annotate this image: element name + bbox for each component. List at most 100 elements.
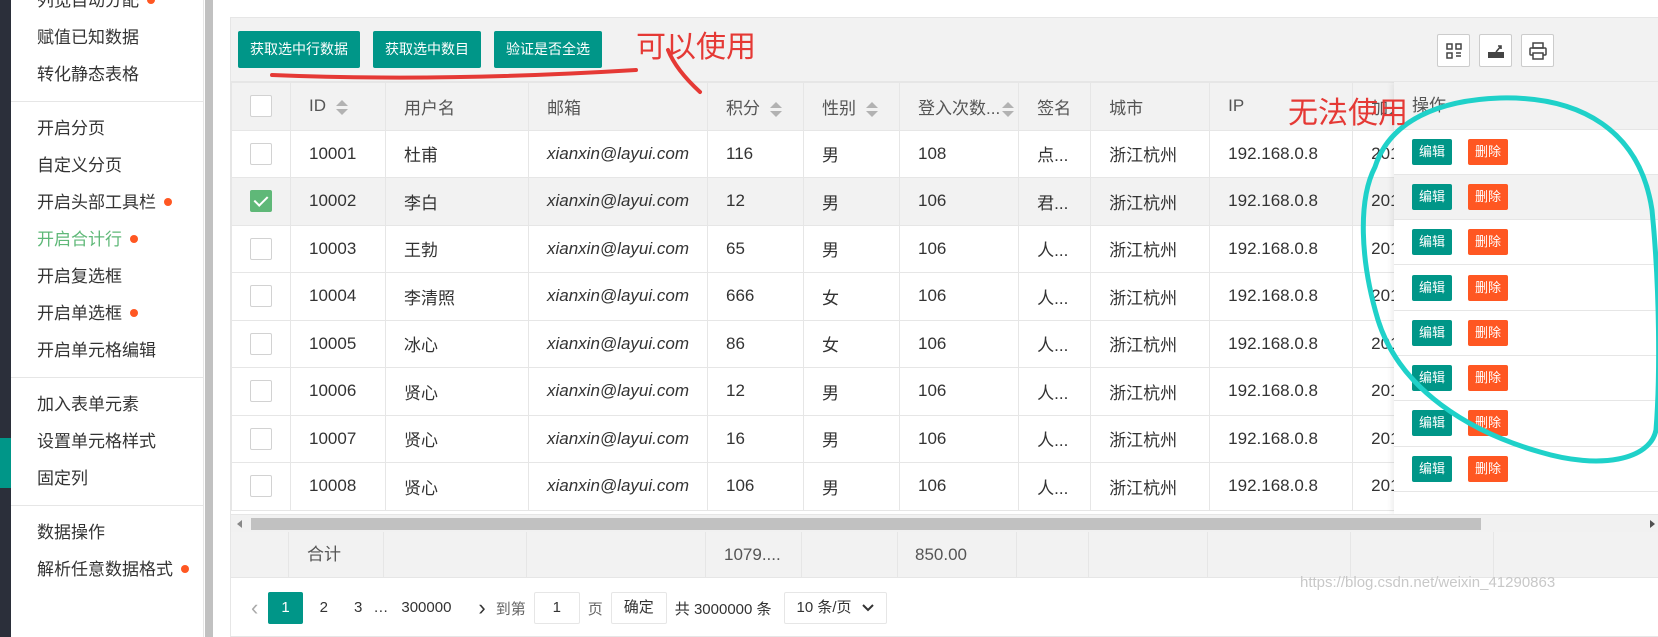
print-icon[interactable] — [1521, 34, 1554, 67]
edit-button[interactable]: 编辑 — [1412, 183, 1453, 210]
delete-button[interactable]: 删除 — [1468, 319, 1509, 346]
col-header-sex[interactable]: 性别 — [803, 82, 900, 131]
delete-button[interactable]: 删除 — [1468, 455, 1509, 482]
sidebar-item[interactable]: 开启复选框 — [11, 258, 203, 295]
export-icon[interactable] — [1479, 34, 1512, 67]
row-checkbox[interactable] — [250, 237, 272, 260]
col-header-label: 签名 — [1037, 98, 1072, 118]
sidebar-item[interactable]: 设置单元格样式 — [11, 423, 203, 460]
sidebar-item[interactable]: 自定义分页 — [11, 147, 203, 184]
delete-button[interactable]: 删除 — [1468, 229, 1509, 256]
sidebar-item[interactable]: 开启分页 — [11, 110, 203, 147]
goto-page-input[interactable]: 1 — [533, 592, 580, 624]
cell-username: 李清照 — [385, 272, 529, 321]
sidebar-item[interactable]: 列宽自动分配 — [11, 0, 203, 19]
confirm-button[interactable]: 确定 — [610, 592, 667, 624]
sidebar-item-label: 开启合计行 — [37, 230, 122, 249]
delete-button[interactable]: 删除 — [1468, 365, 1509, 392]
edit-button[interactable]: 编辑 — [1412, 410, 1453, 437]
horizontal-scrollbar[interactable] — [231, 514, 1658, 532]
table-row[interactable]: 10008 贤心 xianxin@layui.com 106 男 106 人... 浙江杭州 1… — [231, 462, 1442, 511]
divider — [1016, 532, 1017, 578]
delete-button[interactable]: 删除 — [1468, 183, 1509, 210]
page-size-select[interactable]: 10 条/页 — [783, 592, 887, 624]
table-row[interactable]: 10007 贤心 xianxin@layui.com 16 男 106 人... 浙江杭州 19… — [231, 414, 1442, 463]
sidebar-item[interactable]: 固定列 — [11, 460, 203, 497]
sidebar: 列宽自动分配 赋值已知数据 转化静态表格 开启分页 自定义分页 开启头部工具栏 … — [11, 0, 213, 637]
delete-button[interactable]: 删除 — [1468, 274, 1509, 301]
col-header-score[interactable]: 积分 — [707, 82, 804, 131]
cell-score: 106 — [707, 462, 804, 511]
sort-icon[interactable] — [336, 99, 348, 115]
edit-button[interactable]: 编辑 — [1412, 229, 1453, 256]
row-checkbox[interactable] — [250, 380, 272, 403]
page-current[interactable]: 1 — [268, 592, 303, 624]
check-all-selected-button[interactable]: 验证是否全选 — [494, 31, 602, 68]
row-checkbox[interactable] — [250, 475, 272, 498]
sort-icon[interactable] — [866, 101, 878, 118]
cell-logins: 106 — [898, 177, 1020, 226]
col-header-label: 性别 — [822, 98, 856, 118]
table-row[interactable]: 10006 贤心 xianxin@layui.com 12 男 106 人... 浙江杭州 19… — [231, 367, 1442, 416]
sort-icon[interactable] — [770, 101, 782, 118]
cell-email: xianxin@layui.com — [528, 177, 708, 226]
cell-ip: 192.168.0.8 — [1209, 367, 1354, 416]
sidebar-item[interactable]: 开启单选框 — [11, 295, 203, 332]
row-checkbox[interactable] — [250, 332, 272, 355]
table-row[interactable]: 10002 李白 xianxin@layui.com 12 男 106 君... 浙江杭州 19… — [231, 177, 1442, 226]
strip-accent — [0, 438, 11, 488]
page-link[interactable]: 3 — [345, 592, 371, 624]
edit-button[interactable]: 编辑 — [1412, 319, 1453, 346]
cell-score: 116 — [707, 129, 804, 178]
columns-filter-icon[interactable] — [1437, 34, 1470, 67]
table-row[interactable]: 10005 冰心 xianxin@layui.com 86 女 106 人... 浙江杭州 19… — [231, 319, 1442, 368]
sidebar-item[interactable]: 数据操作 — [11, 514, 203, 551]
sidebar-item[interactable]: 赋值已知数据 — [11, 19, 203, 56]
row-checkbox[interactable] — [250, 190, 272, 213]
sidebar-item-active[interactable]: 开启合计行 — [11, 221, 203, 258]
page-link[interactable]: 2 — [311, 592, 337, 624]
delete-button[interactable]: 删除 — [1468, 138, 1509, 165]
sidebar-item-label: 开启头部工具栏 — [37, 193, 156, 212]
scrollbar-thumb[interactable] — [251, 518, 1481, 530]
get-selected-rows-button[interactable]: 获取选中行数据 — [238, 31, 360, 68]
sidebar-item[interactable]: 转化静态表格 — [11, 56, 203, 93]
annotation-unusable: 无法使用 — [1288, 96, 1408, 131]
edit-button[interactable]: 编辑 — [1412, 274, 1453, 301]
col-header-label: IP — [1228, 96, 1245, 116]
scroll-right-icon[interactable] — [1650, 520, 1655, 528]
table-row[interactable]: 10003 王勃 xianxin@layui.com 65 男 106 人... 浙江杭州 19… — [231, 224, 1442, 273]
table-header-row: ID 用户名 邮箱 积分 性别 登入次数... 签名 城市 IP 加入时 — [231, 82, 1442, 131]
sidebar-item-label: 解析任意数据格式 — [37, 560, 173, 579]
row-checkbox[interactable] — [250, 427, 272, 450]
get-selected-count-button[interactable]: 获取选中数目 — [373, 31, 481, 68]
cell-logins: 106 — [898, 462, 1020, 511]
sidebar-item[interactable]: 开启单元格编辑 — [11, 332, 203, 369]
cell-score: 86 — [707, 319, 804, 368]
sidebar-item[interactable]: 解析任意数据格式 — [11, 551, 203, 588]
table-row[interactable]: 10004 李清照 xianxin@layui.com 666 女 106 人... 浙江杭州… — [231, 272, 1442, 321]
select-all-checkbox[interactable] — [250, 95, 272, 118]
edit-button[interactable]: 编辑 — [1412, 138, 1453, 165]
table-row[interactable]: 10001 杜甫 xianxin@layui.com 116 男 108 点... 浙江杭州 1… — [231, 129, 1442, 178]
edit-button[interactable]: 编辑 — [1412, 455, 1453, 482]
sidebar-item[interactable]: 加入表单元素 — [11, 386, 203, 423]
cell-logins: 106 — [898, 319, 1020, 368]
sidebar-item-label: 开启分页 — [37, 119, 105, 138]
row-checkbox[interactable] — [250, 142, 272, 165]
row-checkbox[interactable] — [250, 285, 272, 308]
delete-button[interactable]: 删除 — [1468, 410, 1509, 437]
col-header-id[interactable]: ID — [290, 82, 386, 131]
col-header-logins[interactable]: 登入次数... — [898, 82, 1020, 131]
data-table: ID 用户名 邮箱 积分 性别 登入次数... 签名 城市 IP 加入时 100… — [231, 82, 1442, 511]
sidebar-scrollbar[interactable] — [205, 0, 213, 637]
cell-email: xianxin@layui.com — [528, 462, 708, 511]
scroll-left-icon[interactable] — [237, 520, 242, 528]
next-page-icon[interactable]: › — [468, 595, 495, 621]
cell-logins: 108 — [898, 129, 1020, 178]
page-link-last[interactable]: 300000 — [392, 592, 460, 624]
edit-button[interactable]: 编辑 — [1412, 365, 1453, 392]
sort-icon[interactable] — [1002, 101, 1015, 118]
sidebar-item[interactable]: 开启头部工具栏 — [11, 184, 203, 221]
prev-page-icon[interactable]: ‹ — [241, 595, 268, 621]
